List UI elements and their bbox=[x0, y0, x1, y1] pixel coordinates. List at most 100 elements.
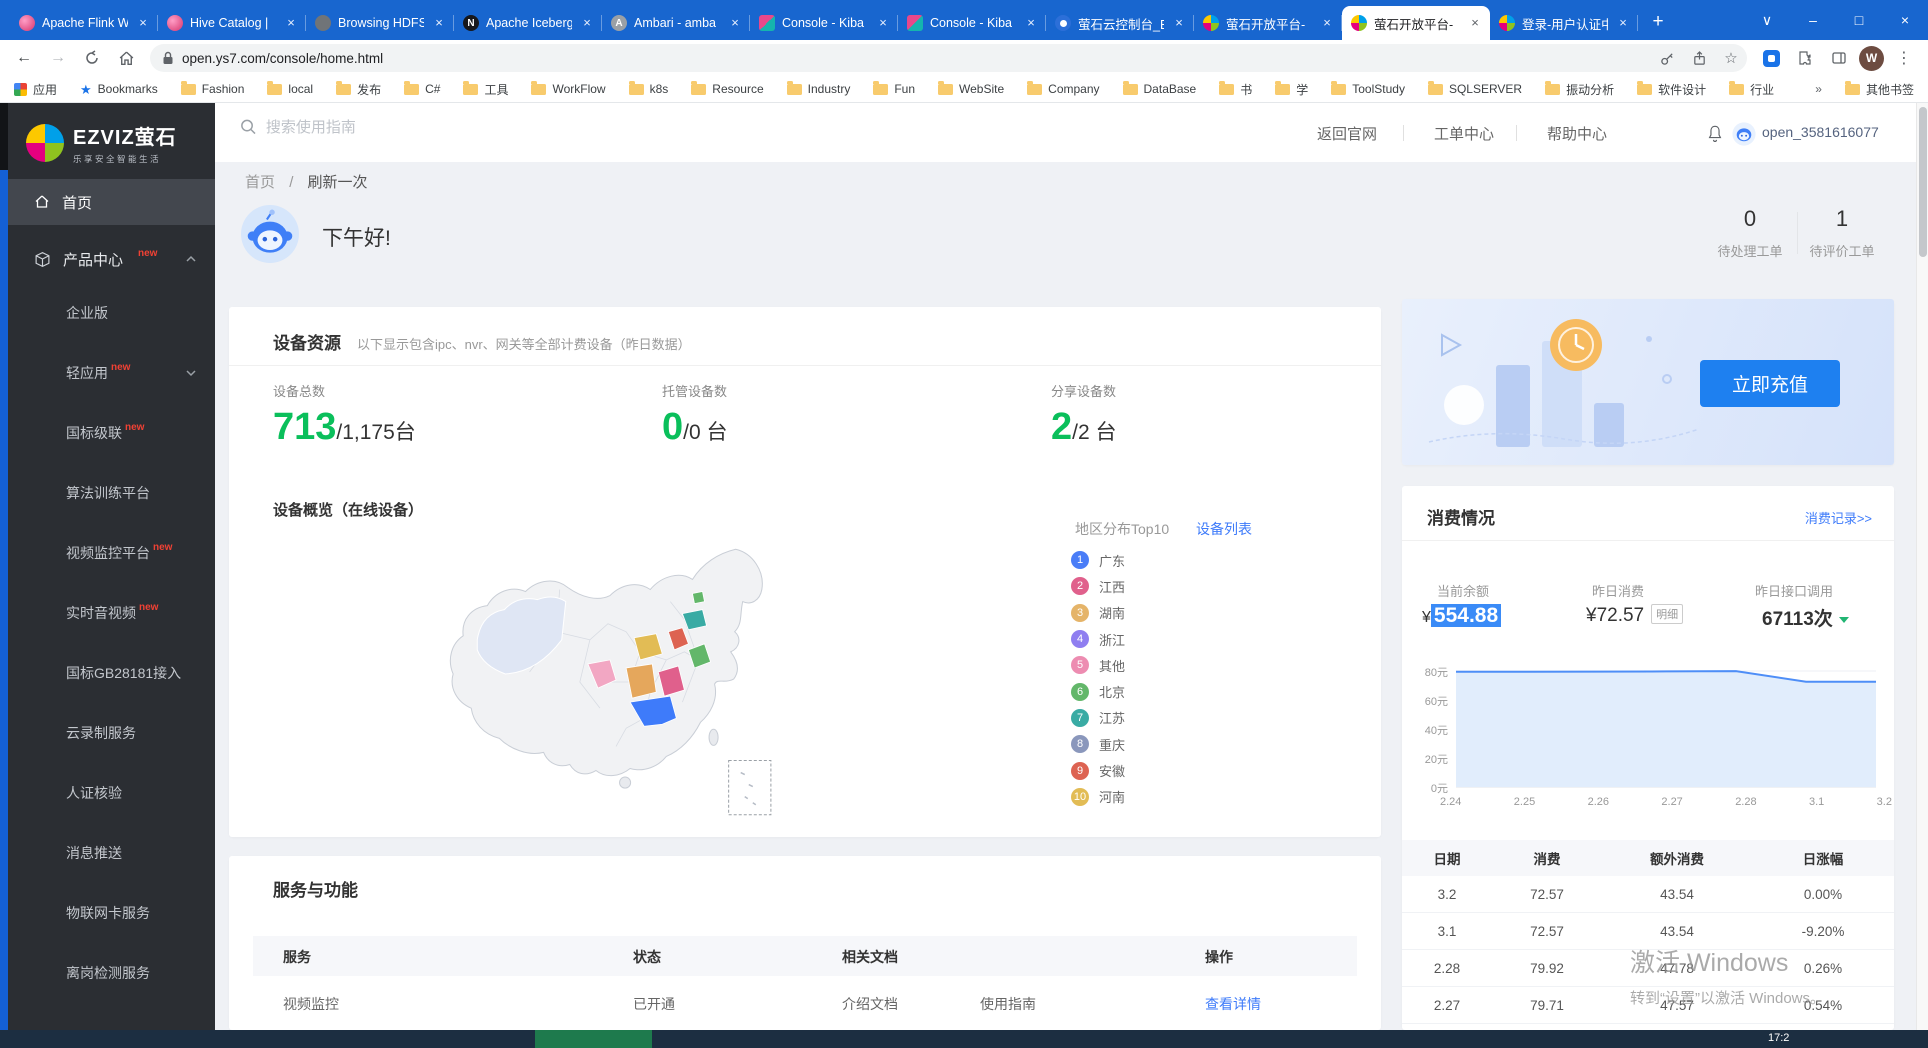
service-doc-link[interactable]: 介绍文档 bbox=[842, 994, 898, 1014]
tab-login-auth[interactable]: 登录-用户认证中 bbox=[1490, 6, 1638, 40]
to-review-ticket-count[interactable]: 1 bbox=[1802, 206, 1882, 232]
key-icon[interactable] bbox=[1655, 46, 1679, 70]
maximize-button[interactable]: □ bbox=[1836, 0, 1882, 40]
tab-browsing-hdfs[interactable]: Browsing HDFS bbox=[306, 6, 454, 40]
tab-close-icon[interactable] bbox=[431, 15, 447, 31]
link-help-center[interactable]: 帮助中心 bbox=[1547, 123, 1607, 144]
bookmark-apps[interactable]: 应用 bbox=[14, 81, 57, 98]
sidebar-item-message-push[interactable]: 消息推送 bbox=[8, 823, 215, 883]
windows-taskbar[interactable]: 17:2 bbox=[0, 1030, 1928, 1048]
bookmark-item[interactable]: Industry bbox=[787, 82, 851, 96]
page-scrollbar[interactable] bbox=[1916, 103, 1928, 1030]
tab-close-icon[interactable] bbox=[727, 15, 743, 31]
bell-icon[interactable] bbox=[1706, 124, 1724, 144]
tab-hive-catalog[interactable]: Hive Catalog | bbox=[158, 6, 306, 40]
bookmark-item[interactable]: k8s bbox=[629, 82, 669, 96]
bookmark-item[interactable]: Fashion bbox=[181, 82, 245, 96]
tab-close-icon[interactable] bbox=[1467, 15, 1483, 31]
service-guide-link[interactable]: 使用指南 bbox=[980, 994, 1036, 1014]
bookmark-item[interactable]: 行业 bbox=[1729, 81, 1774, 98]
bookmark-item[interactable]: 学 bbox=[1275, 81, 1308, 98]
url-input[interactable] bbox=[182, 51, 1647, 66]
link-ticket-center[interactable]: 工单中心 bbox=[1434, 123, 1494, 144]
minimize-button[interactable]: – bbox=[1790, 0, 1836, 40]
guide-search[interactable] bbox=[240, 118, 660, 136]
view-details-link[interactable]: 查看详情 bbox=[1205, 994, 1261, 1014]
scrollbar-thumb[interactable] bbox=[1919, 107, 1927, 257]
tab-close-icon[interactable] bbox=[135, 15, 151, 31]
tab-search-chevron-icon[interactable]: ∨ bbox=[1744, 0, 1790, 40]
back-button[interactable]: ← bbox=[10, 44, 38, 72]
bookmark-item[interactable]: SQLSERVER bbox=[1428, 82, 1522, 96]
ezviz-logo[interactable]: EZVIZ萤石 乐享安全智能生活 bbox=[8, 103, 215, 169]
home-button[interactable] bbox=[112, 44, 140, 72]
bookmark-item[interactable]: WorkFlow bbox=[531, 82, 605, 96]
tab-close-icon[interactable] bbox=[1319, 15, 1335, 31]
bookmark-item[interactable]: Company bbox=[1027, 82, 1099, 96]
tab-ambari[interactable]: Ambari - amba bbox=[602, 6, 750, 40]
bookmark-star-icon[interactable]: ☆ bbox=[1719, 46, 1743, 70]
sidebar-item-product-center[interactable]: 产品中心 new bbox=[8, 235, 215, 283]
tab-ezviz-open-platform-1[interactable]: 萤石开放平台- bbox=[1194, 6, 1342, 40]
bookmarks-overflow-chevron[interactable]: » bbox=[1815, 82, 1822, 96]
sidebar-item-gb28181[interactable]: 国标GB28181接入 bbox=[8, 643, 215, 703]
sidebar-item-gb-cascade[interactable]: 国标级联new bbox=[8, 403, 215, 463]
bookmark-item[interactable]: 书 bbox=[1219, 81, 1252, 98]
sidebar-item-light-app[interactable]: 轻应用new bbox=[8, 343, 215, 403]
sidebar-item-id-verification[interactable]: 人证核验 bbox=[8, 763, 215, 823]
taskbar-active-app[interactable] bbox=[535, 1030, 652, 1048]
forward-button[interactable]: → bbox=[44, 44, 72, 72]
tab-close-icon[interactable] bbox=[875, 15, 891, 31]
bookmark-item[interactable]: WebSite bbox=[938, 82, 1004, 96]
puzzle-extensions-icon[interactable] bbox=[1791, 44, 1819, 72]
tab-close-icon[interactable] bbox=[1171, 15, 1187, 31]
browser-profile-avatar[interactable]: W bbox=[1859, 46, 1884, 71]
sidebar-item-enterprise[interactable]: 企业版 bbox=[8, 283, 215, 343]
tab-close-icon[interactable] bbox=[1615, 15, 1631, 31]
sidebar-item-algorithm-training[interactable]: 算法训练平台 bbox=[8, 463, 215, 523]
other-bookmarks[interactable]: 其他书签 bbox=[1845, 81, 1914, 98]
bookmark-item[interactable]: ★Bookmarks bbox=[80, 82, 158, 96]
sidebar-item-video-monitor-platform[interactable]: 视频监控平台new bbox=[8, 523, 215, 583]
sidebar-item-iot-card[interactable]: 物联网卡服务 bbox=[8, 883, 215, 943]
bookmark-item[interactable]: 发布 bbox=[336, 81, 381, 98]
bookmark-item[interactable]: C# bbox=[404, 82, 440, 96]
refresh-button[interactable] bbox=[78, 44, 106, 72]
user-avatar[interactable] bbox=[1732, 122, 1756, 146]
tab-apache-iceberg[interactable]: Apache Iceberg bbox=[454, 6, 602, 40]
link-official-site[interactable]: 返回官网 bbox=[1317, 123, 1377, 144]
bookmark-item[interactable]: Resource bbox=[691, 82, 763, 96]
tab-apache-flink[interactable]: Apache Flink W bbox=[10, 6, 158, 40]
menu-kebab-icon[interactable]: ⋮ bbox=[1890, 44, 1918, 72]
tab-close-icon[interactable] bbox=[1023, 15, 1039, 31]
extension-icon[interactable] bbox=[1757, 44, 1785, 72]
bookmark-item[interactable]: Fun bbox=[873, 82, 915, 96]
sidebar-item-realtime-av[interactable]: 实时音视频new bbox=[8, 583, 215, 643]
side-panel-icon[interactable] bbox=[1825, 44, 1853, 72]
sidebar-item-home[interactable]: 首页 bbox=[8, 179, 215, 225]
recharge-button[interactable]: 立即充值 bbox=[1700, 360, 1840, 407]
bookmark-item[interactable]: 软件设计 bbox=[1637, 81, 1706, 98]
tab-close-icon[interactable] bbox=[579, 15, 595, 31]
sidebar-item-cloud-recording[interactable]: 云录制服务 bbox=[8, 703, 215, 763]
consumption-records-link[interactable]: 消费记录>> bbox=[1805, 508, 1872, 527]
bookmark-item[interactable]: 振动分析 bbox=[1545, 81, 1614, 98]
breadcrumb-home[interactable]: 首页 bbox=[245, 174, 275, 191]
bookmark-item[interactable]: 工具 bbox=[463, 81, 508, 98]
tab-close-icon[interactable] bbox=[283, 15, 299, 31]
tab-kibana-console-1[interactable]: Console - Kiba bbox=[750, 6, 898, 40]
sidebar-item-absence-detection[interactable]: 离岗检测服务 bbox=[8, 943, 215, 1003]
tab-region-top10[interactable]: 地区分布Top10 bbox=[1075, 519, 1169, 539]
pending-ticket-count[interactable]: 0 bbox=[1710, 206, 1790, 232]
device-list-link[interactable]: 设备列表 bbox=[1196, 519, 1252, 539]
search-input[interactable] bbox=[266, 119, 660, 136]
close-button[interactable]: × bbox=[1882, 0, 1928, 40]
bookmark-item[interactable]: ToolStudy bbox=[1331, 82, 1405, 96]
bookmark-item[interactable]: DataBase bbox=[1123, 82, 1197, 96]
detail-tag-button[interactable]: 明细 bbox=[1651, 604, 1683, 624]
url-bar[interactable]: ☆ bbox=[150, 44, 1747, 72]
new-tab-button[interactable] bbox=[1644, 9, 1672, 37]
username[interactable]: open_3581616077 bbox=[1762, 124, 1879, 140]
dropdown-caret-icon[interactable] bbox=[1839, 617, 1849, 623]
bookmark-item[interactable]: local bbox=[267, 82, 313, 96]
